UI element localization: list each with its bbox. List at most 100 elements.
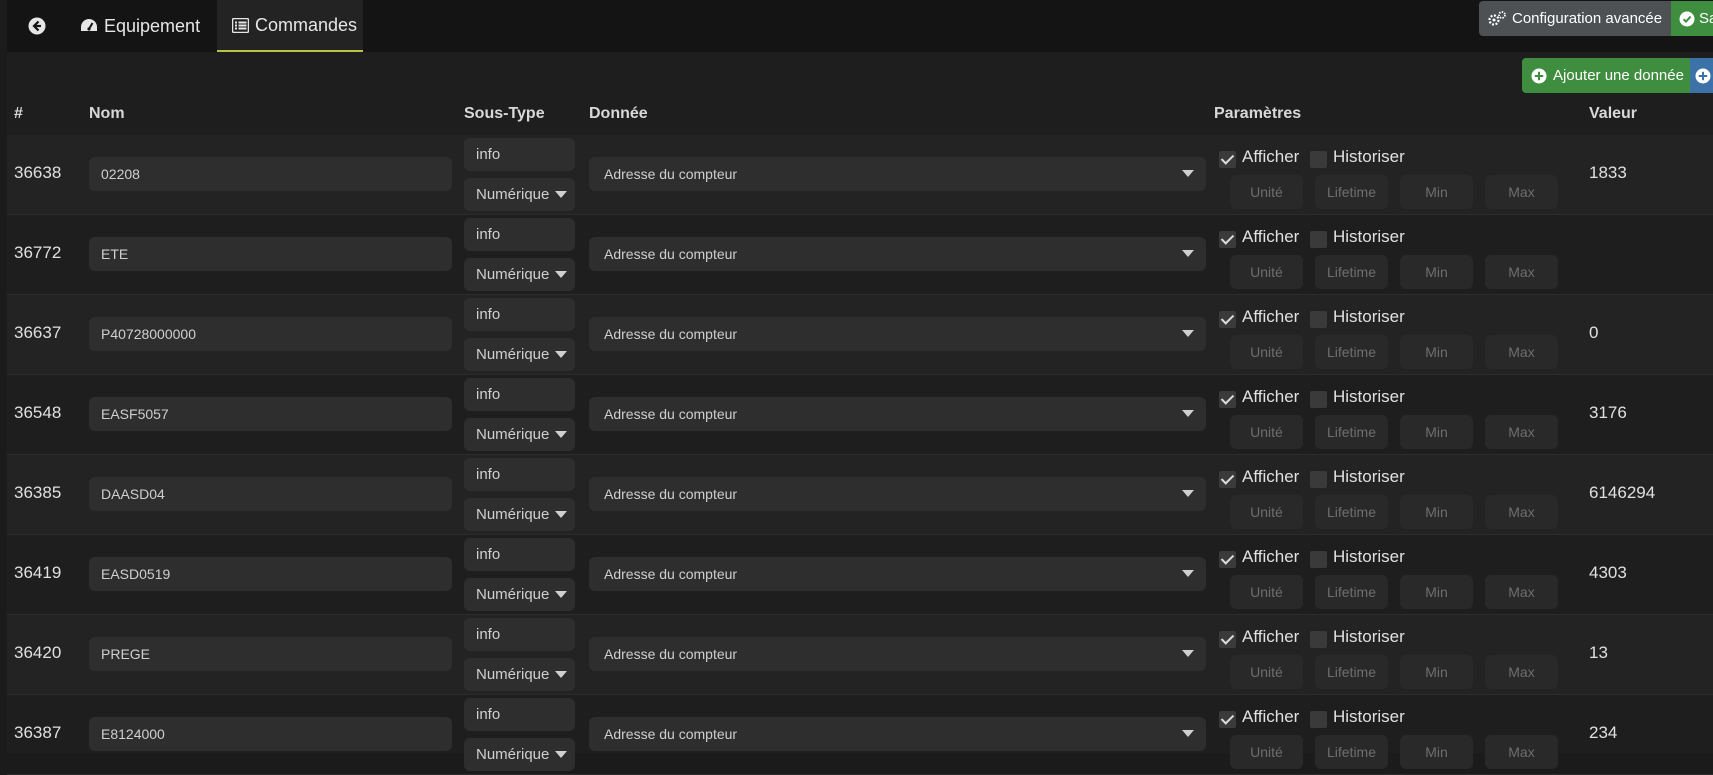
subtype-select[interactable]: Numérique bbox=[464, 498, 575, 531]
data-select[interactable]: Adresse du compteur bbox=[589, 717, 1206, 751]
command-name-input[interactable]: P40728000000 bbox=[89, 317, 452, 351]
command-name-input[interactable]: EASD0519 bbox=[89, 557, 452, 591]
unit-input[interactable]: Unité bbox=[1230, 495, 1303, 529]
historiser-checkbox[interactable] bbox=[1310, 391, 1327, 408]
command-name-input[interactable]: EASF5057 bbox=[89, 397, 452, 431]
advanced-config-button[interactable]: Configuration avancée bbox=[1479, 1, 1672, 36]
subtype-select[interactable]: Numérique bbox=[464, 178, 575, 211]
type-select[interactable]: info bbox=[464, 538, 575, 571]
afficher-checkbox[interactable] bbox=[1219, 391, 1236, 408]
subtype-select[interactable]: Numérique bbox=[464, 338, 575, 371]
subtype-select[interactable]: Numérique bbox=[464, 578, 575, 611]
historiser-checkbox[interactable] bbox=[1310, 711, 1327, 728]
min-input[interactable]: Min bbox=[1400, 495, 1473, 529]
afficher-checkbox[interactable] bbox=[1219, 231, 1236, 248]
afficher-checkbox[interactable] bbox=[1219, 551, 1236, 568]
type-select[interactable]: info bbox=[464, 218, 575, 251]
table-row: 36385 DAASD04 info Numérique Adresse du … bbox=[7, 455, 1713, 535]
data-select[interactable]: Adresse du compteur bbox=[589, 237, 1206, 271]
back-button[interactable] bbox=[25, 0, 55, 52]
type-select[interactable]: info bbox=[464, 618, 575, 651]
type-select[interactable]: info bbox=[464, 138, 575, 171]
historiser-checkbox[interactable] bbox=[1310, 631, 1327, 648]
historiser-checkbox[interactable] bbox=[1310, 151, 1327, 168]
top-bar: Equipement Commandes Configuration avanc… bbox=[0, 0, 1713, 52]
command-value: 0 bbox=[1589, 323, 1599, 342]
lifetime-input[interactable]: Lifetime bbox=[1315, 735, 1388, 769]
historiser-checkbox[interactable] bbox=[1310, 311, 1327, 328]
data-select[interactable]: Adresse du compteur bbox=[589, 557, 1206, 591]
afficher-checkbox[interactable] bbox=[1219, 711, 1236, 728]
historiser-label: Historiser bbox=[1333, 547, 1405, 566]
lifetime-input[interactable]: Lifetime bbox=[1315, 655, 1388, 689]
unit-input[interactable]: Unité bbox=[1230, 575, 1303, 609]
type-select[interactable]: info bbox=[464, 458, 575, 491]
historiser-checkbox[interactable] bbox=[1310, 231, 1327, 248]
min-input[interactable]: Min bbox=[1400, 655, 1473, 689]
data-select-value: Adresse du compteur bbox=[604, 166, 738, 182]
command-name-input[interactable]: ETE bbox=[89, 237, 452, 271]
command-name-input[interactable]: DAASD04 bbox=[89, 477, 452, 511]
unit-input[interactable]: Unité bbox=[1230, 175, 1303, 209]
tab-commandes[interactable]: Commandes bbox=[217, 0, 363, 52]
command-value: 6146294 bbox=[1589, 483, 1656, 502]
type-select[interactable]: info bbox=[464, 298, 575, 331]
add-command-button[interactable] bbox=[1690, 58, 1713, 93]
subtype-select[interactable]: Numérique bbox=[464, 258, 575, 291]
type-select[interactable]: info bbox=[464, 378, 575, 411]
max-input[interactable]: Max bbox=[1485, 335, 1558, 369]
afficher-checkbox[interactable] bbox=[1219, 471, 1236, 488]
unit-input[interactable]: Unité bbox=[1230, 415, 1303, 449]
command-id: 36772 bbox=[14, 243, 62, 262]
max-input[interactable]: Max bbox=[1485, 575, 1558, 609]
historiser-checkbox[interactable] bbox=[1310, 551, 1327, 568]
data-select[interactable]: Adresse du compteur bbox=[589, 477, 1206, 511]
historiser-checkbox[interactable] bbox=[1310, 471, 1327, 488]
max-input[interactable]: Max bbox=[1485, 415, 1558, 449]
min-input[interactable]: Min bbox=[1400, 575, 1473, 609]
data-select[interactable]: Adresse du compteur bbox=[589, 637, 1206, 671]
lifetime-input[interactable]: Lifetime bbox=[1315, 175, 1388, 209]
subtype-select[interactable]: Numérique bbox=[464, 738, 575, 771]
lifetime-input[interactable]: Lifetime bbox=[1315, 495, 1388, 529]
save-button[interactable]: Sa bbox=[1671, 1, 1713, 36]
lifetime-input[interactable]: Lifetime bbox=[1315, 335, 1388, 369]
max-input[interactable]: Max bbox=[1485, 175, 1558, 209]
add-data-button[interactable]: Ajouter une donnée bbox=[1522, 58, 1690, 93]
command-name-input[interactable]: PREGE bbox=[89, 637, 452, 671]
unit-input[interactable]: Unité bbox=[1230, 735, 1303, 769]
afficher-checkbox[interactable] bbox=[1219, 311, 1236, 328]
subtype-select[interactable]: Numérique bbox=[464, 418, 575, 451]
command-name-input[interactable]: E8124000 bbox=[89, 717, 452, 751]
lifetime-input[interactable]: Lifetime bbox=[1315, 415, 1388, 449]
type-select[interactable]: info bbox=[464, 698, 575, 731]
unit-input[interactable]: Unité bbox=[1230, 335, 1303, 369]
data-select[interactable]: Adresse du compteur bbox=[589, 397, 1206, 431]
min-input[interactable]: Min bbox=[1400, 415, 1473, 449]
subtype-select[interactable]: Numérique bbox=[464, 658, 575, 691]
command-name-input[interactable]: 02208 bbox=[89, 157, 452, 191]
lifetime-input[interactable]: Lifetime bbox=[1315, 255, 1388, 289]
max-input[interactable]: Max bbox=[1485, 655, 1558, 689]
afficher-checkbox[interactable] bbox=[1219, 631, 1236, 648]
lifetime-input[interactable]: Lifetime bbox=[1315, 575, 1388, 609]
tab-equipement[interactable]: Equipement bbox=[80, 0, 200, 52]
unit-input[interactable]: Unité bbox=[1230, 655, 1303, 689]
unit-input[interactable]: Unité bbox=[1230, 255, 1303, 289]
data-select[interactable]: Adresse du compteur bbox=[589, 317, 1206, 351]
column-header-id: # bbox=[14, 105, 23, 122]
afficher-checkbox[interactable] bbox=[1219, 151, 1236, 168]
max-input[interactable]: Max bbox=[1485, 735, 1558, 769]
command-id: 36420 bbox=[14, 643, 62, 662]
data-select[interactable]: Adresse du compteur bbox=[589, 157, 1206, 191]
min-input[interactable]: Min bbox=[1400, 335, 1473, 369]
min-input[interactable]: Min bbox=[1400, 255, 1473, 289]
max-input[interactable]: Max bbox=[1485, 495, 1558, 529]
max-input[interactable]: Max bbox=[1485, 255, 1558, 289]
subtype-value: Numérique bbox=[476, 266, 550, 283]
min-input[interactable]: Min bbox=[1400, 175, 1473, 209]
chevron-down-icon bbox=[555, 431, 567, 438]
min-input[interactable]: Min bbox=[1400, 735, 1473, 769]
command-id: 36385 bbox=[14, 483, 62, 502]
chevron-down-icon bbox=[1182, 170, 1194, 177]
